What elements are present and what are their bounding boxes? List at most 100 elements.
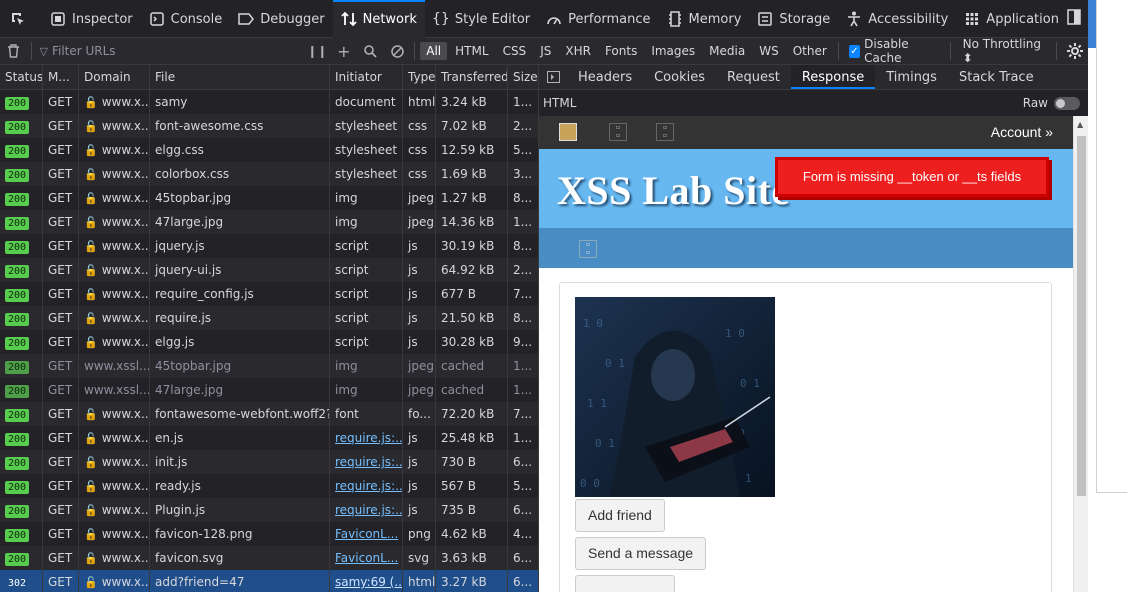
raw-toggle[interactable]: Raw <box>1023 96 1080 110</box>
throttling-select[interactable]: No Throttling ⬍ <box>955 37 1053 65</box>
column-header[interactable]: M... <box>43 65 79 90</box>
console-icon <box>149 11 165 27</box>
cell-domain: 🔓 www.x... <box>79 546 150 570</box>
table-row[interactable]: 200 GET 🔓 www.x... fontawesome-webfont.woff2… <box>0 402 538 426</box>
table-row[interactable]: 200 GET 🔓 www.x... jquery-ui.js script js 64.92… <box>0 258 538 282</box>
type-filter-js[interactable]: JS <box>534 42 557 60</box>
table-row[interactable]: 200 GET 🔓 www.x... 45topbar.jpg img jpeg 1.27 k… <box>0 186 538 210</box>
add-friend-button[interactable]: Add friend <box>575 499 665 532</box>
tab-response[interactable]: Response <box>790 65 876 89</box>
cell-size: 8... <box>513 191 533 205</box>
clear-requests-button[interactable] <box>0 38 27 65</box>
tab-console[interactable]: Console <box>141 0 231 38</box>
block-button[interactable] <box>384 38 411 65</box>
preview-scrollbar[interactable]: ▲ <box>1073 116 1088 592</box>
type-filter-xhr[interactable]: XHR <box>559 42 597 60</box>
tab-application[interactable]: Application <box>956 0 1067 38</box>
type-filter-media[interactable]: Media <box>703 42 751 60</box>
tab-storage[interactable]: Storage <box>749 0 838 38</box>
cell-file: Plugin.js <box>150 498 330 522</box>
tab-cookies[interactable]: Cookies <box>643 65 716 89</box>
tab-style-editor[interactable]: {} Style Editor <box>425 0 538 38</box>
search-button[interactable] <box>357 38 384 65</box>
cell-status: 200 <box>0 138 43 162</box>
scroll-up-icon[interactable]: ▲ <box>1077 120 1083 129</box>
table-row[interactable]: 200 GET 🔓 www.x... 47large.jpg img jpeg 14.36 k… <box>0 210 538 234</box>
tab-timings[interactable]: Timings <box>875 65 948 89</box>
table-row[interactable]: 200 GET 🔓 www.x... Plugin.js require.js:... js… <box>0 498 538 522</box>
initiator-link[interactable]: require.js:... <box>335 503 402 517</box>
table-row[interactable]: 302 GET 🔓 www.x... add?friend=47 samy:69 (...… <box>0 570 538 592</box>
cell-type: jpeg <box>403 186 436 210</box>
cell-file: require_config.js <box>150 282 330 306</box>
initiator-link[interactable]: samy:69 (... <box>335 575 402 589</box>
table-row[interactable]: 200 GET 🔓 www.x... favicon-128.png FaviconL..… <box>0 522 538 546</box>
type-filter-ws[interactable]: WS <box>753 42 784 60</box>
filter-urls-input[interactable]: Filter URLs <box>48 40 304 62</box>
initiator-link[interactable]: require.js:... <box>335 479 402 493</box>
cell-initiator: require.js:... <box>330 450 403 474</box>
tab-request[interactable]: Request <box>716 65 791 89</box>
table-row[interactable]: 200 GET 🔓 www.x... elgg.js script js 30.28 kB 9.… <box>0 330 538 354</box>
initiator-link[interactable]: require.js:... <box>335 431 402 445</box>
toggle-sidebar-button[interactable] <box>539 65 567 89</box>
table-row[interactable]: 200 GET 🔓 www.x... en.js require.js:... js 25.4… <box>0 426 538 450</box>
table-row[interactable]: 200 GET 🔓 www.x... jquery.js script js 30.19 kB… <box>0 234 538 258</box>
add-filter-button[interactable]: + <box>331 38 358 65</box>
disable-cache-checkbox[interactable]: ✓ Disable Cache <box>843 37 946 65</box>
insecure-lock-icon: 🔓 <box>84 336 98 349</box>
element-picker-button[interactable] <box>0 0 42 38</box>
column-header[interactable]: Type <box>403 65 436 90</box>
dock-side-icon[interactable] <box>1067 9 1081 28</box>
column-header[interactable]: Domain <box>79 65 150 90</box>
table-row[interactable]: 200 GET🔓www.xssl...45topbar.jpgimgjpegcac… <box>0 354 538 378</box>
table-row[interactable]: 200 GET🔓www.xssl...47large.jpgimgjpegcach… <box>0 378 538 402</box>
tab-performance[interactable]: Performance <box>538 0 658 38</box>
initiator-link[interactable]: FaviconL... <box>335 551 398 565</box>
tab-stack-trace[interactable]: Stack Trace <box>948 65 1045 89</box>
table-row[interactable]: 200 GET 🔓 www.x... colorbox.css stylesheet css… <box>0 162 538 186</box>
site-title[interactable]: XSS Lab Site <box>557 167 790 214</box>
cell-domain: 🔓 www.x... <box>79 186 150 210</box>
initiator-link[interactable]: require.js:... <box>335 455 402 469</box>
partial-button[interactable] <box>575 575 675 592</box>
send-message-button[interactable]: Send a message <box>575 537 707 570</box>
tab-inspector[interactable]: Inspector <box>42 0 141 38</box>
network-settings-button[interactable] <box>1061 38 1088 65</box>
cell-size: 2... <box>513 119 533 133</box>
table-row[interactable]: 200 GET 🔓 www.x... require_config.js script js… <box>0 282 538 306</box>
table-row[interactable]: 200 GET 🔓 www.x... favicon.svg FaviconL... svg… <box>0 546 538 570</box>
table-row[interactable]: 200 GET 🔓 www.x... ready.js require.js:... js 5… <box>0 474 538 498</box>
type-filter-fonts[interactable]: Fonts <box>599 42 643 60</box>
table-row[interactable]: 200 GET 🔓 www.x... require.js script js 21.50 k… <box>0 306 538 330</box>
table-row[interactable]: 200 GET 🔓 www.x... elgg.css stylesheet css 12.5… <box>0 138 538 162</box>
column-header[interactable]: File <box>150 65 330 90</box>
scrollbar-thumb[interactable] <box>1077 136 1086 496</box>
tab-accessibility[interactable]: Accessibility <box>838 0 956 38</box>
tab-network[interactable]: Network <box>332 0 426 38</box>
column-header[interactable]: Initiator <box>330 65 403 90</box>
type-filter-all[interactable]: All <box>420 42 448 60</box>
pause-button[interactable]: ❙❙ <box>304 38 331 65</box>
cell-size: 1... <box>513 383 533 397</box>
tab-debugger[interactable]: Debugger <box>230 0 332 38</box>
site-logo-image[interactable] <box>559 123 577 141</box>
account-menu-link[interactable]: Account » <box>991 116 1053 149</box>
details-tabbar: Headers Cookies Request Response Timings Stac… <box>539 65 1088 90</box>
cell-method: GET <box>43 450 79 474</box>
column-header[interactable]: Status <box>0 65 43 90</box>
tab-memory[interactable]: Memory <box>659 0 750 38</box>
initiator-link[interactable]: FaviconL... <box>335 527 398 541</box>
column-header[interactable]: Size <box>508 65 538 90</box>
type-filter-css[interactable]: CSS <box>497 42 533 60</box>
type-filter-images[interactable]: Images <box>645 42 701 60</box>
profile-avatar: 1 00 11 1 0 11 00 1 1 010 0 <box>575 297 775 497</box>
type-filter-other[interactable]: Other <box>787 42 833 60</box>
table-row[interactable]: 200 GET 🔓 www.x... samy document html 3.24 kB 1.… <box>0 90 538 114</box>
type-filter-html[interactable]: HTML <box>449 42 494 60</box>
cell-domain: 🔓 www.x... <box>79 210 150 234</box>
table-row[interactable]: 200 GET 🔓 www.x... init.js require.js:... js 73… <box>0 450 538 474</box>
column-header[interactable]: Transferred <box>436 65 508 90</box>
table-row[interactable]: 200 GET 🔓 www.x... font-awesome.css styleshee… <box>0 114 538 138</box>
tab-headers[interactable]: Headers <box>567 65 643 89</box>
